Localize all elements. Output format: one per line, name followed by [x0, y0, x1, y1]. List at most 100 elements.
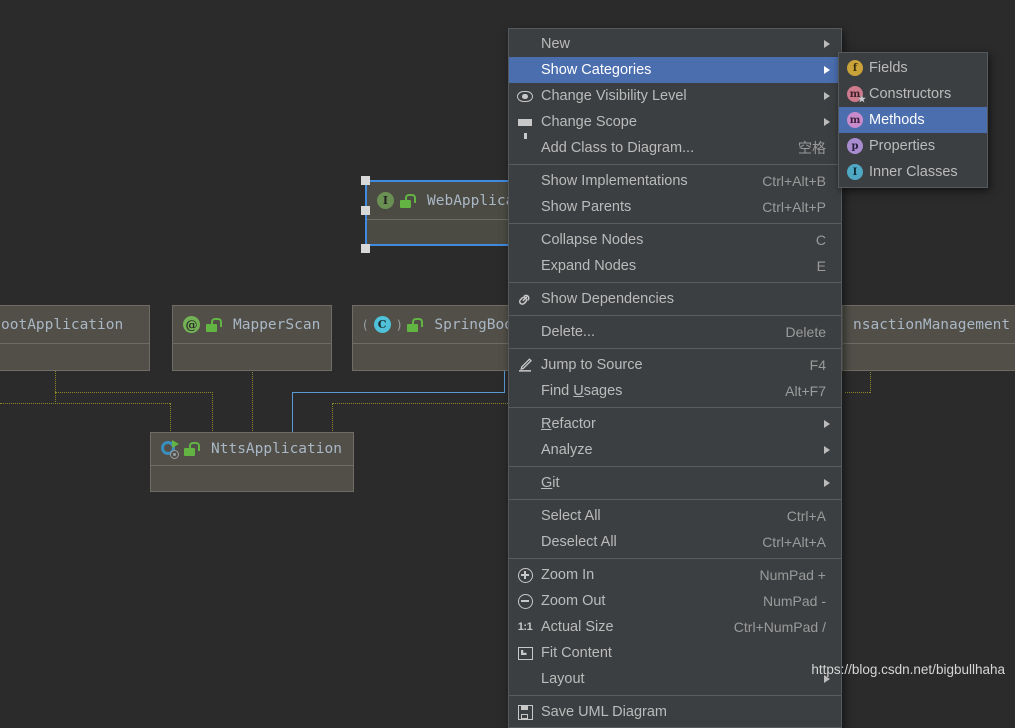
- menu-item-show-dependencies[interactable]: Show Dependencies: [509, 286, 841, 312]
- menu-item-zoom-in[interactable]: Zoom In NumPad +: [509, 562, 841, 588]
- menu-item-add-class-to-diagram[interactable]: Add Class to Diagram... 空格: [509, 135, 841, 161]
- menu-item-expand-nodes[interactable]: Expand Nodes E: [509, 253, 841, 279]
- node-body: [0, 344, 149, 381]
- menu-item-jump-to-source[interactable]: Jump to Source F4: [509, 352, 841, 378]
- menu-item-label: Delete...: [541, 324, 595, 340]
- menu-item-zoom-out[interactable]: Zoom Out NumPad -: [509, 588, 841, 614]
- menu-item-label: Find Usages: [541, 383, 623, 399]
- submenu-item-label: Constructors: [869, 86, 952, 102]
- zoom-in-icon: [517, 567, 533, 583]
- menu-item-new[interactable]: New: [509, 31, 841, 57]
- menu-item-label: Fit Content: [541, 645, 612, 661]
- selection-handle[interactable]: [361, 176, 370, 185]
- menu-separator: [509, 223, 841, 224]
- menu-item-find-usages[interactable]: Find Usages Alt+F7: [509, 378, 841, 404]
- menu-separator: [509, 558, 841, 559]
- menu-item-label: Change Scope: [541, 114, 637, 130]
- diagram-edge: [332, 403, 514, 404]
- annotation-at-icon: @: [183, 316, 200, 333]
- menu-item-refactor[interactable]: Refactor: [509, 411, 841, 437]
- submenu-item-constructors[interactable]: m ★ Constructors: [839, 81, 987, 107]
- chevron-right-icon: [824, 66, 830, 74]
- node-title: nsactionManagement: [853, 316, 1011, 333]
- menu-item-label: Expand Nodes: [541, 258, 637, 274]
- menu-item-shortcut: Ctrl+NumPad /: [733, 619, 826, 635]
- node-body: [173, 344, 331, 381]
- menu-item-analyze[interactable]: Analyze: [509, 437, 841, 463]
- class-c-icon: C: [373, 316, 391, 333]
- menu-item-deselect-all[interactable]: Deselect All Ctrl+Alt+A: [509, 529, 841, 555]
- menu-item-change-visibility-level[interactable]: Change Visibility Level: [509, 83, 841, 109]
- diagram-node-mapperscan[interactable]: @ MapperScan: [172, 305, 332, 371]
- menu-item-label: Select All: [541, 508, 601, 524]
- menu-item-label: Layout: [541, 671, 585, 687]
- unlock-icon: [407, 317, 424, 332]
- menu-separator: [509, 164, 841, 165]
- menu-item-collapse-nodes[interactable]: Collapse Nodes C: [509, 227, 841, 253]
- diagram-node-springbootapplication[interactable]: @ ootApplication: [0, 305, 150, 371]
- interface-i-icon: I: [377, 192, 394, 209]
- chevron-right-icon: [824, 118, 830, 126]
- submenu-item-icon-slot: f: [847, 60, 869, 76]
- menu-item-label: Show Categories: [541, 62, 652, 78]
- menu-item-label: Actual Size: [541, 619, 614, 635]
- submenu-item-inner-classes[interactable]: I Inner Classes: [839, 159, 987, 185]
- menu-item-git[interactable]: Git: [509, 470, 841, 496]
- node-title: MapperScan: [233, 316, 321, 333]
- menu-item-shortcut: C: [815, 232, 826, 248]
- menu-item-save-uml-diagram[interactable]: Save UML Diagram: [509, 699, 841, 725]
- node-body: [843, 344, 1015, 381]
- chevron-right-icon: [824, 420, 830, 428]
- menu-item-delete[interactable]: Delete... Delete: [509, 319, 841, 345]
- class-paren-left: (: [363, 317, 368, 332]
- node-title: WebApplica: [427, 192, 515, 209]
- submenu-item-fields[interactable]: f Fields: [839, 55, 987, 81]
- eye-icon: [517, 90, 533, 102]
- menu-item-show-categories[interactable]: Show Categories: [509, 57, 841, 83]
- menu-separator: [509, 499, 841, 500]
- watermark: https://blog.csdn.net/bigbullhaha: [811, 662, 1005, 677]
- menu-item-icon-slot: [509, 567, 541, 583]
- submenu-item-label: Properties: [869, 138, 936, 154]
- menu-item-icon-slot: [509, 357, 541, 373]
- menu-item-shortcut: Alt+F7: [785, 383, 826, 399]
- menu-item-label: Show Parents: [541, 199, 632, 215]
- diagram-edge: [55, 392, 213, 393]
- node-title: NttsApplication: [211, 441, 342, 457]
- menu-item-label: Change Visibility Level: [541, 88, 687, 104]
- submenu-item-methods[interactable]: m Methods: [839, 107, 987, 133]
- menu-item-shortcut: Ctrl+Alt+P: [762, 199, 826, 215]
- diagram-node-nttsapplication[interactable]: NttsApplication: [150, 432, 354, 492]
- context-menu[interactable]: New Show Categories Change Visibility Leve…: [508, 28, 842, 728]
- menu-item-change-scope[interactable]: Change Scope: [509, 109, 841, 139]
- zoom-out-icon: [517, 593, 533, 609]
- unlock-icon: [400, 193, 416, 208]
- menu-item-icon-slot: [509, 90, 541, 102]
- show-categories-submenu[interactable]: f Fields m ★ Constructors m Methods p Properties…: [838, 52, 988, 188]
- selection-handle[interactable]: [361, 244, 370, 253]
- menu-item-fit-content[interactable]: Fit Content: [509, 640, 841, 666]
- menu-separator: [509, 466, 841, 467]
- diagram-edge: [845, 392, 870, 393]
- node-header: @ ootApplication: [0, 306, 149, 344]
- fit-content-icon: [517, 646, 533, 660]
- diagram-node-transactionmanagement[interactable]: nsactionManagement: [842, 305, 1015, 371]
- inner-class-badge-icon: I: [847, 164, 863, 180]
- menu-item-show-implementations[interactable]: Show Implementations Ctrl+Alt+B: [509, 168, 841, 194]
- menu-item-shortcut: E: [816, 258, 826, 274]
- submenu-item-properties[interactable]: p Properties: [839, 133, 987, 159]
- menu-separator: [509, 348, 841, 349]
- submenu-item-label: Inner Classes: [869, 164, 958, 180]
- node-header: NttsApplication: [151, 433, 353, 466]
- menu-item-select-all[interactable]: Select All Ctrl+A: [509, 503, 841, 529]
- menu-item-label: Collapse Nodes: [541, 232, 644, 248]
- selection-handle[interactable]: [361, 206, 370, 215]
- menu-item-layout[interactable]: Layout: [509, 666, 841, 692]
- submenu-item-icon-slot: m ★: [847, 86, 869, 105]
- node-title: ootApplication: [1, 316, 124, 333]
- node-body: [151, 466, 353, 503]
- menu-item-show-parents[interactable]: Show Parents Ctrl+Alt+P: [509, 194, 841, 220]
- menu-item-actual-size[interactable]: 1:1 Actual Size Ctrl+NumPad /: [509, 614, 841, 640]
- menu-item-icon-slot: 1:1: [509, 621, 541, 633]
- menu-separator: [509, 315, 841, 316]
